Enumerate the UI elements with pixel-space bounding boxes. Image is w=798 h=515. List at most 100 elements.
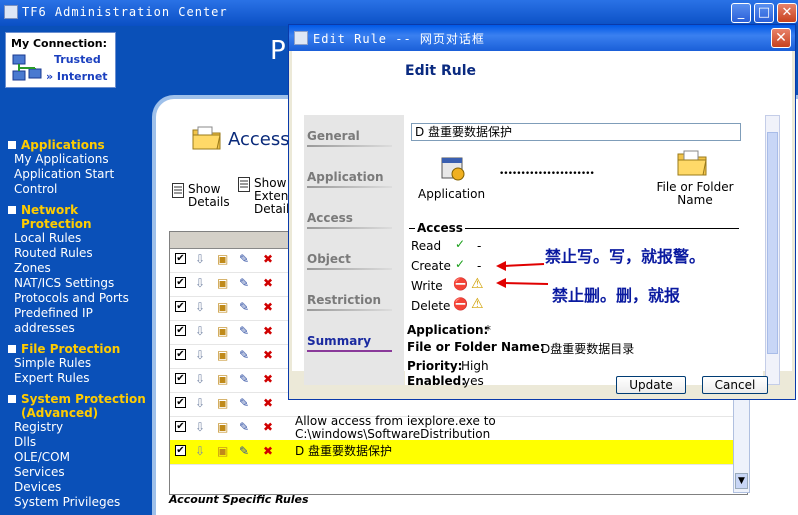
delete-rule-icon[interactable]: ✖ bbox=[263, 324, 273, 338]
edit-rule-icon[interactable]: ✎ bbox=[239, 444, 249, 458]
sidebar-item-predefined-ip-addresses[interactable]: Predefined IP addresses bbox=[14, 306, 152, 336]
table-row[interactable]: ✔ ⇩ ▣ ✎ ✖ D 盘重要数据保护 bbox=[170, 440, 747, 465]
copy-rule-icon[interactable]: ▣ bbox=[217, 324, 228, 338]
dialog-close-button[interactable]: ✕ bbox=[771, 28, 791, 48]
rule-enabled-checkbox[interactable]: ✔ bbox=[175, 277, 186, 288]
section-header-file-protection[interactable]: File Protection bbox=[8, 342, 152, 356]
maximize-button[interactable]: □ bbox=[754, 3, 774, 23]
sidebar-item-system-privileges[interactable]: System Privileges bbox=[14, 495, 152, 510]
rule-enabled-checkbox[interactable]: ✔ bbox=[175, 349, 186, 360]
sidebar-item-simple-rules[interactable]: Simple Rules bbox=[14, 356, 152, 371]
sidebar-item-devices[interactable]: Devices bbox=[14, 480, 152, 495]
annotation-delete-note: 禁止删。删，就报 bbox=[552, 286, 681, 305]
sidebar-item-nat-ics-settings[interactable]: NAT/ICS Settings bbox=[14, 276, 152, 291]
delete-rule-icon[interactable]: ✖ bbox=[263, 372, 273, 386]
connection-trusted-link[interactable]: Trusted bbox=[54, 53, 101, 66]
sidebar-item-zones[interactable]: Zones bbox=[14, 261, 152, 276]
move-down-arrow-icon[interactable]: ⇩ bbox=[195, 372, 205, 386]
section-header-applications[interactable]: Applications bbox=[8, 138, 152, 152]
move-down-arrow-icon[interactable]: ⇩ bbox=[195, 348, 205, 362]
sidebar-nav: Applications My Applications Application… bbox=[8, 132, 152, 510]
delete-rule-icon[interactable]: ✖ bbox=[263, 348, 273, 362]
delete-rule-icon[interactable]: ✖ bbox=[263, 444, 273, 458]
scroll-thumb[interactable] bbox=[767, 132, 778, 354]
copy-rule-icon[interactable]: ▣ bbox=[217, 300, 228, 314]
sidebar-item-my-applications[interactable]: My Applications bbox=[14, 152, 152, 167]
move-down-arrow-icon[interactable]: ⇩ bbox=[195, 444, 205, 458]
sidebar-item-registry[interactable]: Registry bbox=[14, 420, 152, 435]
tab-underline bbox=[307, 309, 392, 311]
sidebar-item-services[interactable]: Services bbox=[14, 465, 152, 480]
tab-underline bbox=[307, 145, 392, 147]
move-down-arrow-icon[interactable]: ⇩ bbox=[195, 324, 205, 338]
minimize-button[interactable]: _ bbox=[731, 3, 751, 23]
section-title: System Protection (Advanced) bbox=[21, 392, 146, 420]
move-down-arrow-icon[interactable]: ⇩ bbox=[195, 420, 205, 434]
sidebar-item-expert-rules[interactable]: Expert Rules bbox=[14, 371, 152, 386]
tab-object[interactable]: Object bbox=[307, 252, 351, 266]
edit-rule-icon[interactable]: ✎ bbox=[239, 396, 249, 410]
rule-enabled-checkbox[interactable]: ✔ bbox=[175, 373, 186, 384]
sidebar-item-routed-rules[interactable]: Routed Rules bbox=[14, 246, 152, 261]
edit-rule-icon[interactable]: ✎ bbox=[239, 348, 249, 362]
copy-rule-icon[interactable]: ▣ bbox=[217, 276, 228, 290]
section-header-system-protection[interactable]: System Protection (Advanced) bbox=[8, 392, 152, 420]
move-down-arrow-icon[interactable]: ⇩ bbox=[195, 300, 205, 314]
tab-application[interactable]: Application bbox=[307, 170, 384, 184]
rule-enabled-checkbox[interactable]: ✔ bbox=[175, 325, 186, 336]
delete-rule-icon[interactable]: ✖ bbox=[263, 252, 273, 266]
copy-rule-icon[interactable]: ▣ bbox=[217, 420, 228, 434]
delete-rule-icon[interactable]: ✖ bbox=[263, 396, 273, 410]
nav-section-file-protection: File Protection Simple Rules Expert Rule… bbox=[8, 342, 152, 386]
tab-summary[interactable]: Summary bbox=[307, 334, 371, 348]
delete-rule-icon[interactable]: ✖ bbox=[263, 420, 273, 434]
copy-rule-icon[interactable]: ▣ bbox=[217, 444, 228, 458]
copy-rule-icon[interactable]: ▣ bbox=[217, 372, 228, 386]
dialog-scrollbar[interactable] bbox=[765, 115, 780, 385]
edit-rule-icon[interactable]: ✎ bbox=[239, 420, 249, 434]
access-section-header: Access bbox=[415, 221, 465, 235]
move-down-arrow-icon[interactable]: ⇩ bbox=[195, 252, 205, 266]
edit-rule-icon[interactable]: ✎ bbox=[239, 372, 249, 386]
close-button[interactable]: ✕ bbox=[777, 3, 797, 23]
connection-internet-link[interactable]: » Internet bbox=[46, 70, 108, 83]
sidebar-item-protocols-and-ports[interactable]: Protocols and Ports bbox=[14, 291, 152, 306]
sidebar-item-local-rules[interactable]: Local Rules bbox=[14, 231, 152, 246]
table-row[interactable]: ✔ ⇩ ▣ ✎ ✖ Allow access from iexplore.exe to C… bbox=[170, 415, 747, 441]
edit-rule-icon[interactable]: ✎ bbox=[239, 324, 249, 338]
copy-rule-icon[interactable]: ▣ bbox=[217, 396, 228, 410]
delete-rule-icon[interactable]: ✖ bbox=[263, 276, 273, 290]
edit-rule-icon[interactable]: ✎ bbox=[239, 276, 249, 290]
copy-rule-icon[interactable]: ▣ bbox=[217, 252, 228, 266]
sidebar-item-application-start-control[interactable]: Application Start Control bbox=[14, 167, 152, 197]
main-title-bar: TF6 Administration Center _ □ ✕ bbox=[0, 0, 798, 26]
sidebar-item-ole-com[interactable]: OLE/COM bbox=[14, 450, 152, 465]
tab-general[interactable]: General bbox=[307, 129, 360, 143]
rule-enabled-checkbox[interactable]: ✔ bbox=[175, 421, 186, 432]
sidebar-item-dlls[interactable]: Dlls bbox=[14, 435, 152, 450]
rule-name-field[interactable]: D 盘重要数据保护 bbox=[411, 123, 741, 141]
show-details-button[interactable]: Show Details bbox=[172, 183, 230, 209]
rule-enabled-checkbox[interactable]: ✔ bbox=[175, 301, 186, 312]
update-button[interactable]: Update bbox=[616, 376, 686, 394]
check-icon: ✓ bbox=[455, 237, 466, 251]
section-header-network-protection[interactable]: Network Protection bbox=[8, 203, 152, 231]
rule-enabled-checkbox[interactable]: ✔ bbox=[175, 397, 186, 408]
move-down-arrow-icon[interactable]: ⇩ bbox=[195, 276, 205, 290]
connection-box[interactable]: My Connection: Trusted » Internet bbox=[5, 32, 116, 88]
rule-enabled-checkbox[interactable]: ✔ bbox=[175, 445, 186, 456]
show-extended-details-button[interactable]: Show Extended Details bbox=[238, 177, 311, 216]
edit-rule-icon[interactable]: ✎ bbox=[239, 300, 249, 314]
tab-access[interactable]: Access bbox=[307, 211, 353, 225]
section-bullet-icon bbox=[8, 141, 16, 149]
tab-restriction[interactable]: Restriction bbox=[307, 293, 381, 307]
scroll-down-arrow-icon[interactable]: ▼ bbox=[735, 473, 748, 489]
delete-rule-icon[interactable]: ✖ bbox=[263, 300, 273, 314]
access-create-label: Create bbox=[411, 259, 451, 273]
account-specific-rules-header: Account Specific Rules bbox=[169, 493, 309, 506]
move-down-arrow-icon[interactable]: ⇩ bbox=[195, 396, 205, 410]
cancel-button[interactable]: Cancel bbox=[702, 376, 768, 394]
edit-rule-icon[interactable]: ✎ bbox=[239, 252, 249, 266]
rule-enabled-checkbox[interactable]: ✔ bbox=[175, 253, 186, 264]
copy-rule-icon[interactable]: ▣ bbox=[217, 348, 228, 362]
